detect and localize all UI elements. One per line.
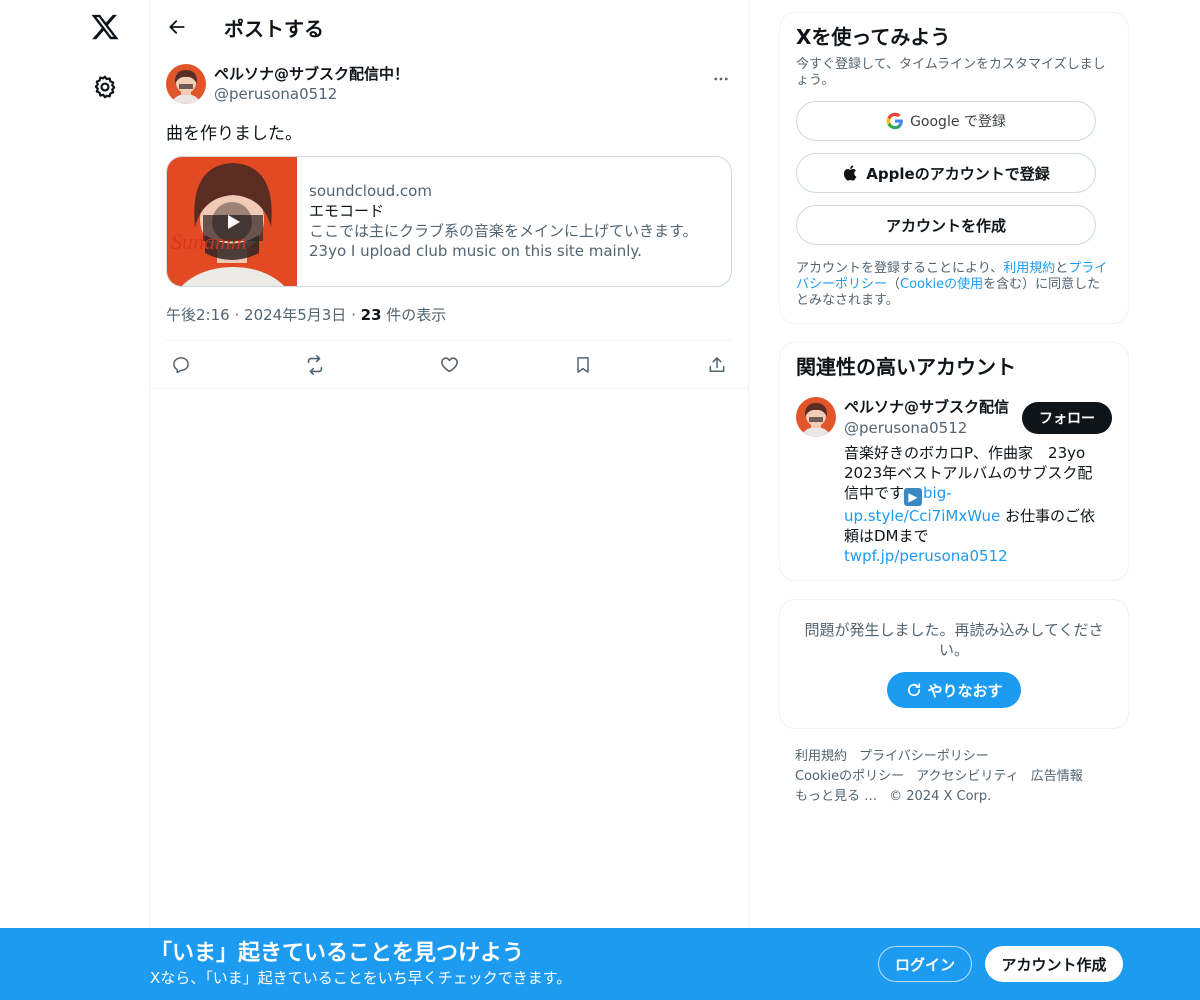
right-sidebar: Xを使ってみよう 今すぐ登録して、タイムラインをカスタマイズしましょう。 Goo… [779,12,1129,807]
post-date[interactable]: 2024年5月3日 [244,306,346,324]
view-count: 23 [360,306,382,324]
signup-box: Xを使ってみよう 今すぐ登録して、タイムラインをカスタマイズしましょう。 Goo… [779,12,1129,324]
post-author: ペルソナ@サブスク配信中！ @perusona0512 [214,64,409,104]
footer-more-link[interactable]: もっと見る … [795,789,877,804]
meta-separator: · [234,306,240,324]
account-item[interactable]: ペルソナ@サブスク配信 @perusona0512 音楽好きのボカロP、作曲家 … [796,397,1112,566]
refresh-icon [905,681,923,699]
x-logo-icon[interactable] [90,12,120,42]
terms-text: アカウントを登録することにより、利用規約とプライバシーポリシー（Cookieの使… [796,261,1112,309]
play-emoji-icon: ▶ [904,488,923,506]
google-icon [886,112,904,130]
avatar[interactable] [166,64,206,104]
bottom-bar-title: 「いま」起きていることを見つけよう [150,941,525,966]
card-title: エモコード [309,202,385,220]
card-body: soundcloud.com エモコード ここでは主にクラブ系の音楽をメインに上… [297,157,710,286]
main-header: ポストする [150,0,748,54]
card-domain: soundcloud.com [309,182,432,200]
bio-link[interactable]: twpf.jp/perusona0512 [844,547,1008,565]
gear-icon[interactable] [92,74,118,100]
share-icon[interactable] [706,354,728,376]
footer-ads-link[interactable]: 広告情報 [1031,769,1083,784]
apple-signup-button[interactable]: Appleのアカウントで登録 [796,153,1096,193]
action-bar [150,341,748,389]
cookie-link[interactable]: Cookieの使用 [900,277,983,292]
google-signup-button[interactable]: Google で登録 [796,101,1096,141]
footer-accessibility-link[interactable]: アクセシビリティ [916,769,1019,784]
terms-link[interactable]: 利用規約 [1003,261,1055,276]
post-header: ペルソナ@サブスク配信中！ @perusona0512 [166,64,732,112]
bottom-bar-subtitle: Xなら、「いま」起きていることをいち早くチェックできます。 [150,969,572,987]
page-title: ポストする [224,16,324,41]
error-message: 問題が発生しました。再読み込みしてください。 [804,621,1104,659]
display-name[interactable]: ペルソナ@サブスク配信中！ [214,64,409,84]
post-text: 曲を作りました。 [166,124,302,144]
handle[interactable]: @perusona0512 [214,84,409,104]
post: ペルソナ@サブスク配信中！ @perusona0512 曲を作りました。 Sun… [150,54,748,389]
apple-signup-label: Appleのアカウントで登録 [866,164,1050,183]
account-bio: 音楽好きのボカロP、作曲家 23yo 2023年ベストアルバムのサブスク配信中で… [844,443,1104,566]
play-icon[interactable] [212,202,252,242]
login-button[interactable]: ログイン [878,946,972,982]
relevant-title: 関連性の高いアカウント [796,355,1016,379]
signup-subtitle: 今すぐ登録して、タイムラインをカスタマイズしましょう。 [796,57,1106,88]
main-column: ポストする ペルソナ@サブスク配信中！ @perusona0512 曲を作りまし… [149,0,749,1000]
retry-label: やりなおす [927,681,1003,700]
bottom-signup-bar: 「いま」起きていることを見つけよう Xなら、「いま」起きていることをいち早くチェ… [0,928,1200,1000]
like-icon[interactable] [438,354,460,376]
bookmark-icon[interactable] [572,354,594,376]
bio-line: 音楽好きのボカロP、作曲家 23yo [844,444,1086,462]
card-description-line2: 23yo I upload club music on this site ma… [309,242,642,260]
divider [166,325,732,341]
apple-icon [842,164,860,182]
more-icon[interactable] [710,68,732,90]
relevant-accounts-box: 関連性の高いアカウント ペルソナ@サブスク配信 @perusona0512 音楽… [779,342,1129,581]
terms-prefix: アカウントを登録することにより、 [796,261,1004,276]
footer-privacy-link[interactable]: プライバシーポリシー [859,749,989,764]
view-label: 件の表示 [386,306,447,324]
error-box: 問題が発生しました。再読み込みしてください。 やりなおす [779,599,1129,729]
avatar[interactable] [796,397,836,437]
terms-connector: と [1055,261,1069,276]
left-nav [0,0,150,1000]
follow-button[interactable]: フォロー [1022,402,1112,434]
footer-links: 利用規約 プライバシーポリシー Cookieのポリシー アクセシビリティ 広告情報 も… [779,747,1129,807]
terms-paren: （ [887,277,901,292]
copyright: © 2024 X Corp. [889,789,992,804]
repost-icon[interactable] [304,354,326,376]
footer-terms-link[interactable]: 利用規約 [795,749,847,764]
meta-separator: · [351,306,356,324]
google-signup-label: Google で登録 [910,114,1006,130]
bio-line: 2023年ベストアルバムのサブスク配信中です [844,464,1093,502]
signup-button[interactable]: アカウント作成 [985,946,1123,982]
card-thumbnail: Sunamm [167,157,297,286]
card-description-line1: ここでは主にクラブ系の音楽をメインに上げていきます。 [309,222,698,240]
signup-title: Xを使ってみよう [796,25,951,49]
create-account-button[interactable]: アカウントを作成 [796,205,1096,245]
post-time[interactable]: 午後2:16 [166,306,230,324]
reply-icon[interactable] [170,354,192,376]
link-card[interactable]: Sunamm soundcloud.com エモコード ここでは主にクラブ系の音… [166,156,732,287]
post-meta: 午後2:16 · 2024年5月3日 · 23 件の表示 [166,305,732,325]
footer-cookie-link[interactable]: Cookieのポリシー [795,769,904,784]
back-arrow-icon[interactable] [166,16,188,38]
retry-button[interactable]: やりなおす [887,672,1021,708]
